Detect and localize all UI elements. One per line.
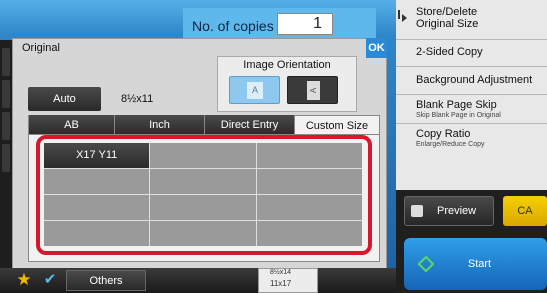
copy-ratio-sub: Enlarge/Reduce Copy	[416, 141, 485, 148]
two-sided-copy-label: 2-Sided Copy	[416, 46, 483, 58]
two-sided-copy-item[interactable]: 2-Sided Copy	[396, 40, 547, 67]
store-delete-original-size-item[interactable]: Store/Delete Original Size	[396, 0, 547, 40]
copy-ratio-item[interactable]: Copy Ratio Enlarge/Reduce Copy	[396, 124, 547, 154]
blank-page-skip-label: Blank Page Skip	[416, 99, 497, 111]
paper-size-line-2: 11x17	[270, 279, 292, 288]
left-tab-2[interactable]	[2, 80, 10, 108]
portrait-orientation-button[interactable]: A	[229, 76, 280, 104]
copies-label: No. of copies	[192, 18, 274, 34]
paper-size-line-1: 8½x14	[270, 269, 292, 276]
landscape-orientation-button[interactable]: A	[287, 76, 338, 104]
blank-page-skip-sub: Skip Blank Page in Original	[416, 112, 501, 119]
left-strip	[0, 40, 12, 270]
left-tab-1[interactable]	[2, 48, 10, 76]
blank-page-skip-item[interactable]: Blank Page Skip Skip Blank Page in Origi…	[396, 95, 547, 124]
left-tab-3[interactable]	[2, 112, 10, 140]
dialog-title: Original	[22, 42, 60, 54]
tab-direct-entry[interactable]: Direct Entry	[204, 115, 294, 135]
copies-input[interactable]: 1	[277, 13, 333, 35]
highlight-frame	[36, 135, 372, 255]
check-icon[interactable]: ✔	[38, 270, 62, 290]
auto-button[interactable]: Auto	[28, 87, 101, 111]
landscape-orientation-icon: A	[307, 81, 320, 100]
background-adjustment-label: Background Adjustment	[416, 74, 533, 86]
auto-size-value: 8½x11	[121, 93, 154, 105]
preview-icon	[411, 205, 423, 217]
tab-inch[interactable]: Inch	[114, 115, 204, 135]
store-delete-label: Store/Delete	[416, 6, 478, 18]
ca-button[interactable]: CA	[503, 196, 547, 226]
image-orientation-label: Image Orientation	[243, 59, 331, 71]
copy-ratio-label: Copy Ratio	[416, 128, 471, 140]
star-icon[interactable]: ★	[14, 270, 34, 290]
ok-button[interactable]: OK	[366, 38, 387, 58]
tab-custom-size[interactable]: Custom Size	[294, 115, 380, 135]
original-size-label: Original Size	[416, 18, 479, 30]
portrait-orientation-icon: A	[247, 82, 263, 99]
left-tab-4[interactable]	[2, 144, 10, 172]
others-button[interactable]: Others	[66, 270, 146, 291]
background-adjustment-item[interactable]: Background Adjustment	[396, 67, 547, 95]
tab-ab[interactable]: AB	[28, 115, 114, 135]
